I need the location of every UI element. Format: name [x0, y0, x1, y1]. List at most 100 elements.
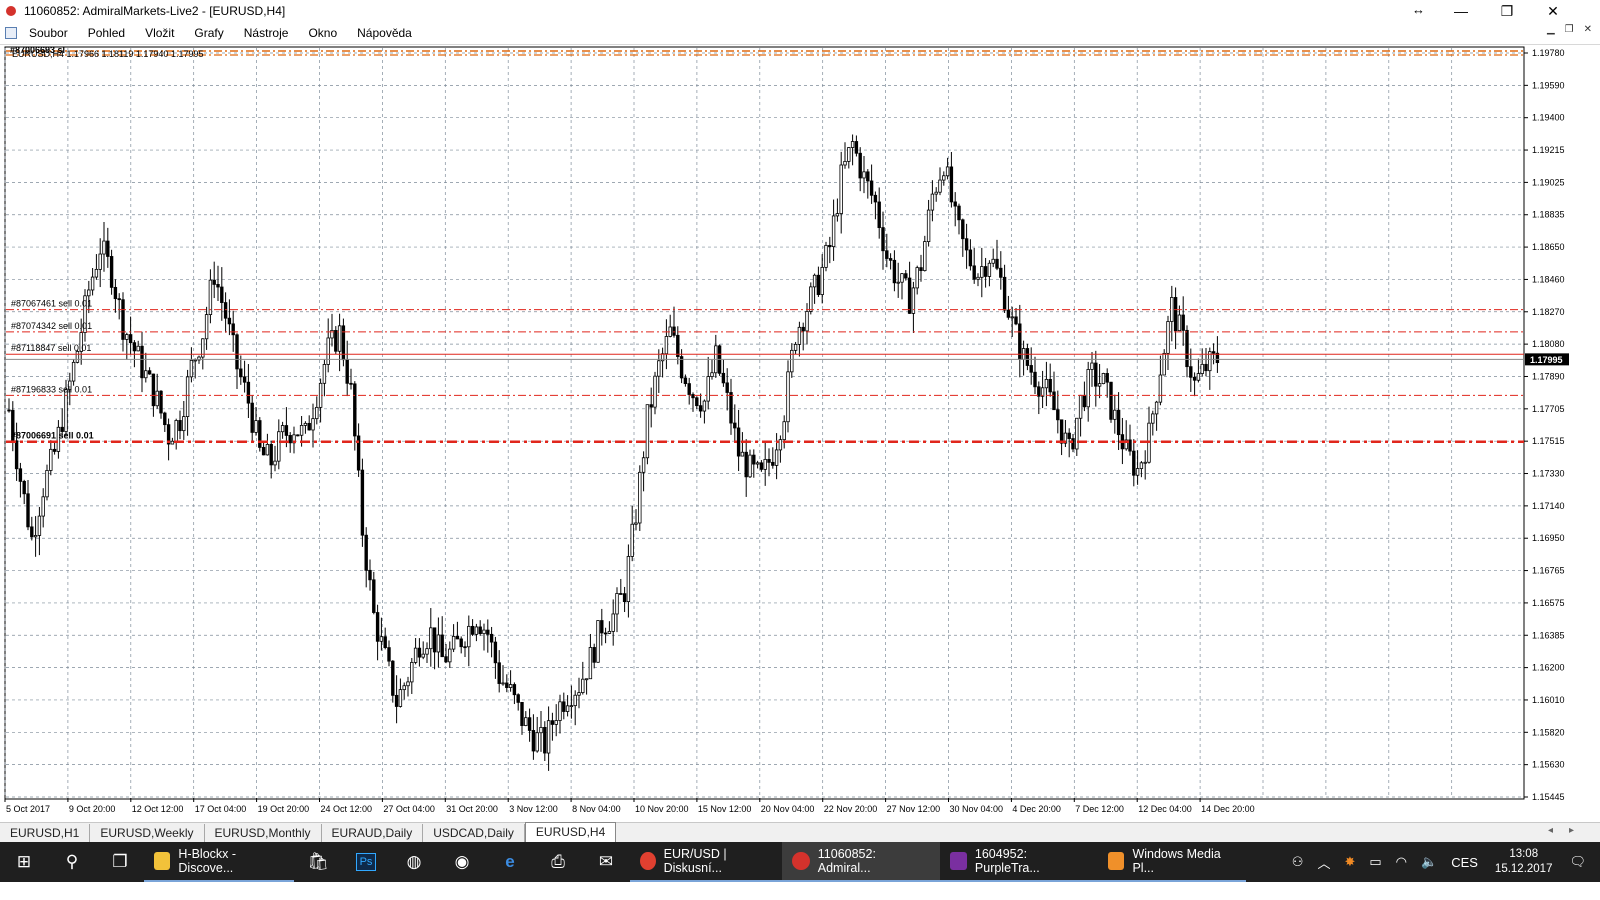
- app-button-4[interactable]: ◉: [438, 842, 486, 882]
- candle-bull: [524, 717, 528, 726]
- edge-button[interactable]: e: [486, 842, 534, 882]
- tab-scroll-arrows-icon[interactable]: ◂▸: [1548, 825, 1590, 836]
- y-tick-label: 1.16575: [1532, 598, 1565, 608]
- battery-icon[interactable]: ▭: [1369, 854, 1381, 870]
- x-tick-label: 8 Nov 04:00: [572, 804, 621, 814]
- taskbar-app-explorer[interactable]: H-Blockx - Discove...: [144, 842, 294, 882]
- y-tick-label: 1.17705: [1532, 404, 1565, 414]
- x-tick-label: 5 Oct 2017: [6, 804, 50, 814]
- candle-bull: [573, 694, 577, 707]
- candle-bear: [953, 201, 957, 207]
- people-icon[interactable]: ⚇: [1292, 854, 1304, 870]
- y-tick-label: 1.16385: [1532, 630, 1565, 640]
- media-player-icon: [1108, 852, 1125, 870]
- candle-bear: [672, 326, 676, 336]
- minimize-button[interactable]: —: [1438, 0, 1484, 22]
- notifications-icon[interactable]: 🗨: [1569, 854, 1586, 870]
- start-button[interactable]: ⊞: [0, 842, 48, 882]
- chart-area[interactable]: #87067461 sell 0.01 #87074342 sell 0.01 #8…: [4, 45, 1598, 821]
- menu-grafy[interactable]: Grafy: [194, 26, 223, 40]
- y-tick-label: 1.17515: [1532, 436, 1565, 446]
- candle-bull: [273, 460, 277, 466]
- candle-bear: [603, 632, 608, 635]
- taskbar-app-admiral[interactable]: 11060852: Admiral...: [782, 842, 940, 882]
- taskbar-app-chrome[interactable]: EUR/USD | Diskusní...: [630, 842, 782, 882]
- clock[interactable]: 13:08 15.12.2017: [1495, 847, 1553, 877]
- tab-eurusd-weekly[interactable]: EURUSD,Weekly: [90, 824, 205, 842]
- candle-bull: [862, 171, 866, 179]
- candle-bear: [223, 302, 228, 319]
- candle-bull: [204, 314, 209, 340]
- x-tick-label: 30 Nov 04:00: [950, 804, 1004, 814]
- mdi-close-icon[interactable]: ✕: [1584, 24, 1592, 35]
- x-tick-label: 14 Dec 20:00: [1201, 804, 1255, 814]
- chart-document-icon[interactable]: [5, 27, 17, 39]
- taskbar-app-purpletrading[interactable]: 1604952: PurpleTra...: [940, 842, 1098, 882]
- candle-bear: [440, 634, 444, 658]
- menu-vlozit[interactable]: Vložit: [145, 26, 174, 40]
- resize-arrows-icon: ↔: [1412, 2, 1425, 17]
- candle-bull: [809, 286, 813, 312]
- candle-bear: [284, 425, 289, 436]
- candle-bear: [1105, 373, 1109, 383]
- x-tick-label: 15 Nov 12:00: [698, 804, 752, 814]
- menu-pohled[interactable]: Pohled: [88, 26, 125, 40]
- system-tray: ⚇ ︿ ✸ ▭ ◠ 🔈 CES 13:08 15.12.2017 🗨: [1285, 842, 1600, 882]
- y-tick-label: 1.15630: [1532, 760, 1565, 770]
- candle-bull: [33, 535, 38, 538]
- restore-button[interactable]: ❐: [1484, 0, 1530, 22]
- tab-usdcad-daily[interactable]: USDCAD,Daily: [423, 824, 525, 842]
- candle-bull: [87, 289, 91, 297]
- candle-bear: [907, 277, 912, 314]
- candle-bear: [117, 298, 121, 301]
- candle-bull: [125, 334, 129, 340]
- app-button-3[interactable]: ◍: [390, 842, 438, 882]
- tab-euraud-daily[interactable]: EURAUD,Daily: [322, 824, 424, 842]
- mdi-controls: ▁ ❐ ✕: [1547, 24, 1592, 35]
- candle-bear: [1109, 381, 1113, 420]
- menu-nastroje[interactable]: Nástroje: [244, 26, 289, 40]
- mdi-minimize-icon[interactable]: ▁: [1547, 24, 1555, 35]
- tab-eurusd-h4[interactable]: EURUSD,H4: [524, 822, 617, 842]
- volume-icon[interactable]: 🔈: [1421, 854, 1437, 870]
- candle-bear: [550, 720, 555, 725]
- candle-bear: [227, 317, 232, 325]
- candlestick-chart[interactable]: #87067461 sell 0.01 #87074342 sell 0.01 #8…: [4, 45, 1598, 821]
- candle-bull: [930, 193, 935, 211]
- candle-bull: [782, 421, 786, 441]
- candle-bull: [987, 262, 992, 277]
- chevron-up-icon[interactable]: ︿: [1317, 853, 1330, 872]
- candle-bear: [964, 238, 969, 251]
- app-tray-icon[interactable]: ✸: [1344, 854, 1355, 870]
- candle-bull: [615, 593, 619, 615]
- menu-soubor[interactable]: Soubor: [29, 26, 68, 40]
- candle-bear: [140, 345, 144, 379]
- window-titlebar[interactable]: 11060852: AdmiralMarkets-Live2 - [EURUSD…: [0, 0, 1600, 22]
- taskbar-app-mediaplayer[interactable]: Windows Media Pl...: [1098, 842, 1246, 882]
- candle-bull: [303, 422, 308, 426]
- candle-bear: [216, 284, 220, 288]
- candle-bear: [1025, 348, 1030, 366]
- mail-button[interactable]: ✉: [582, 842, 630, 882]
- menu-napoveda[interactable]: Nápověda: [357, 26, 412, 40]
- candle-bull: [1177, 314, 1182, 332]
- wifi-icon[interactable]: ◠: [1396, 854, 1407, 870]
- close-button[interactable]: ✕: [1530, 0, 1576, 22]
- photoshop-button[interactable]: Ps: [342, 842, 390, 882]
- candle-bear: [919, 267, 923, 271]
- language-indicator[interactable]: CES: [1451, 855, 1478, 870]
- mdi-restore-icon[interactable]: ❐: [1565, 24, 1574, 35]
- candle-bear: [455, 635, 460, 640]
- candle-bull: [41, 496, 45, 517]
- y-tick-label: 1.17140: [1532, 501, 1565, 511]
- tab-eurusd-h1[interactable]: EURUSD,H1: [0, 824, 91, 842]
- store-button[interactable]: 🛍: [294, 842, 342, 882]
- candle-bear: [592, 647, 596, 663]
- menu-okno[interactable]: Okno: [308, 26, 337, 40]
- candle-bear: [387, 647, 391, 662]
- candle-bear: [163, 412, 167, 426]
- search-button[interactable]: ⚲: [48, 842, 96, 882]
- task-view-button[interactable]: ❐: [96, 842, 144, 882]
- app-button-6[interactable]: ⎙: [534, 842, 582, 882]
- tab-eurusd-monthly[interactable]: EURUSD,Monthly: [205, 824, 322, 842]
